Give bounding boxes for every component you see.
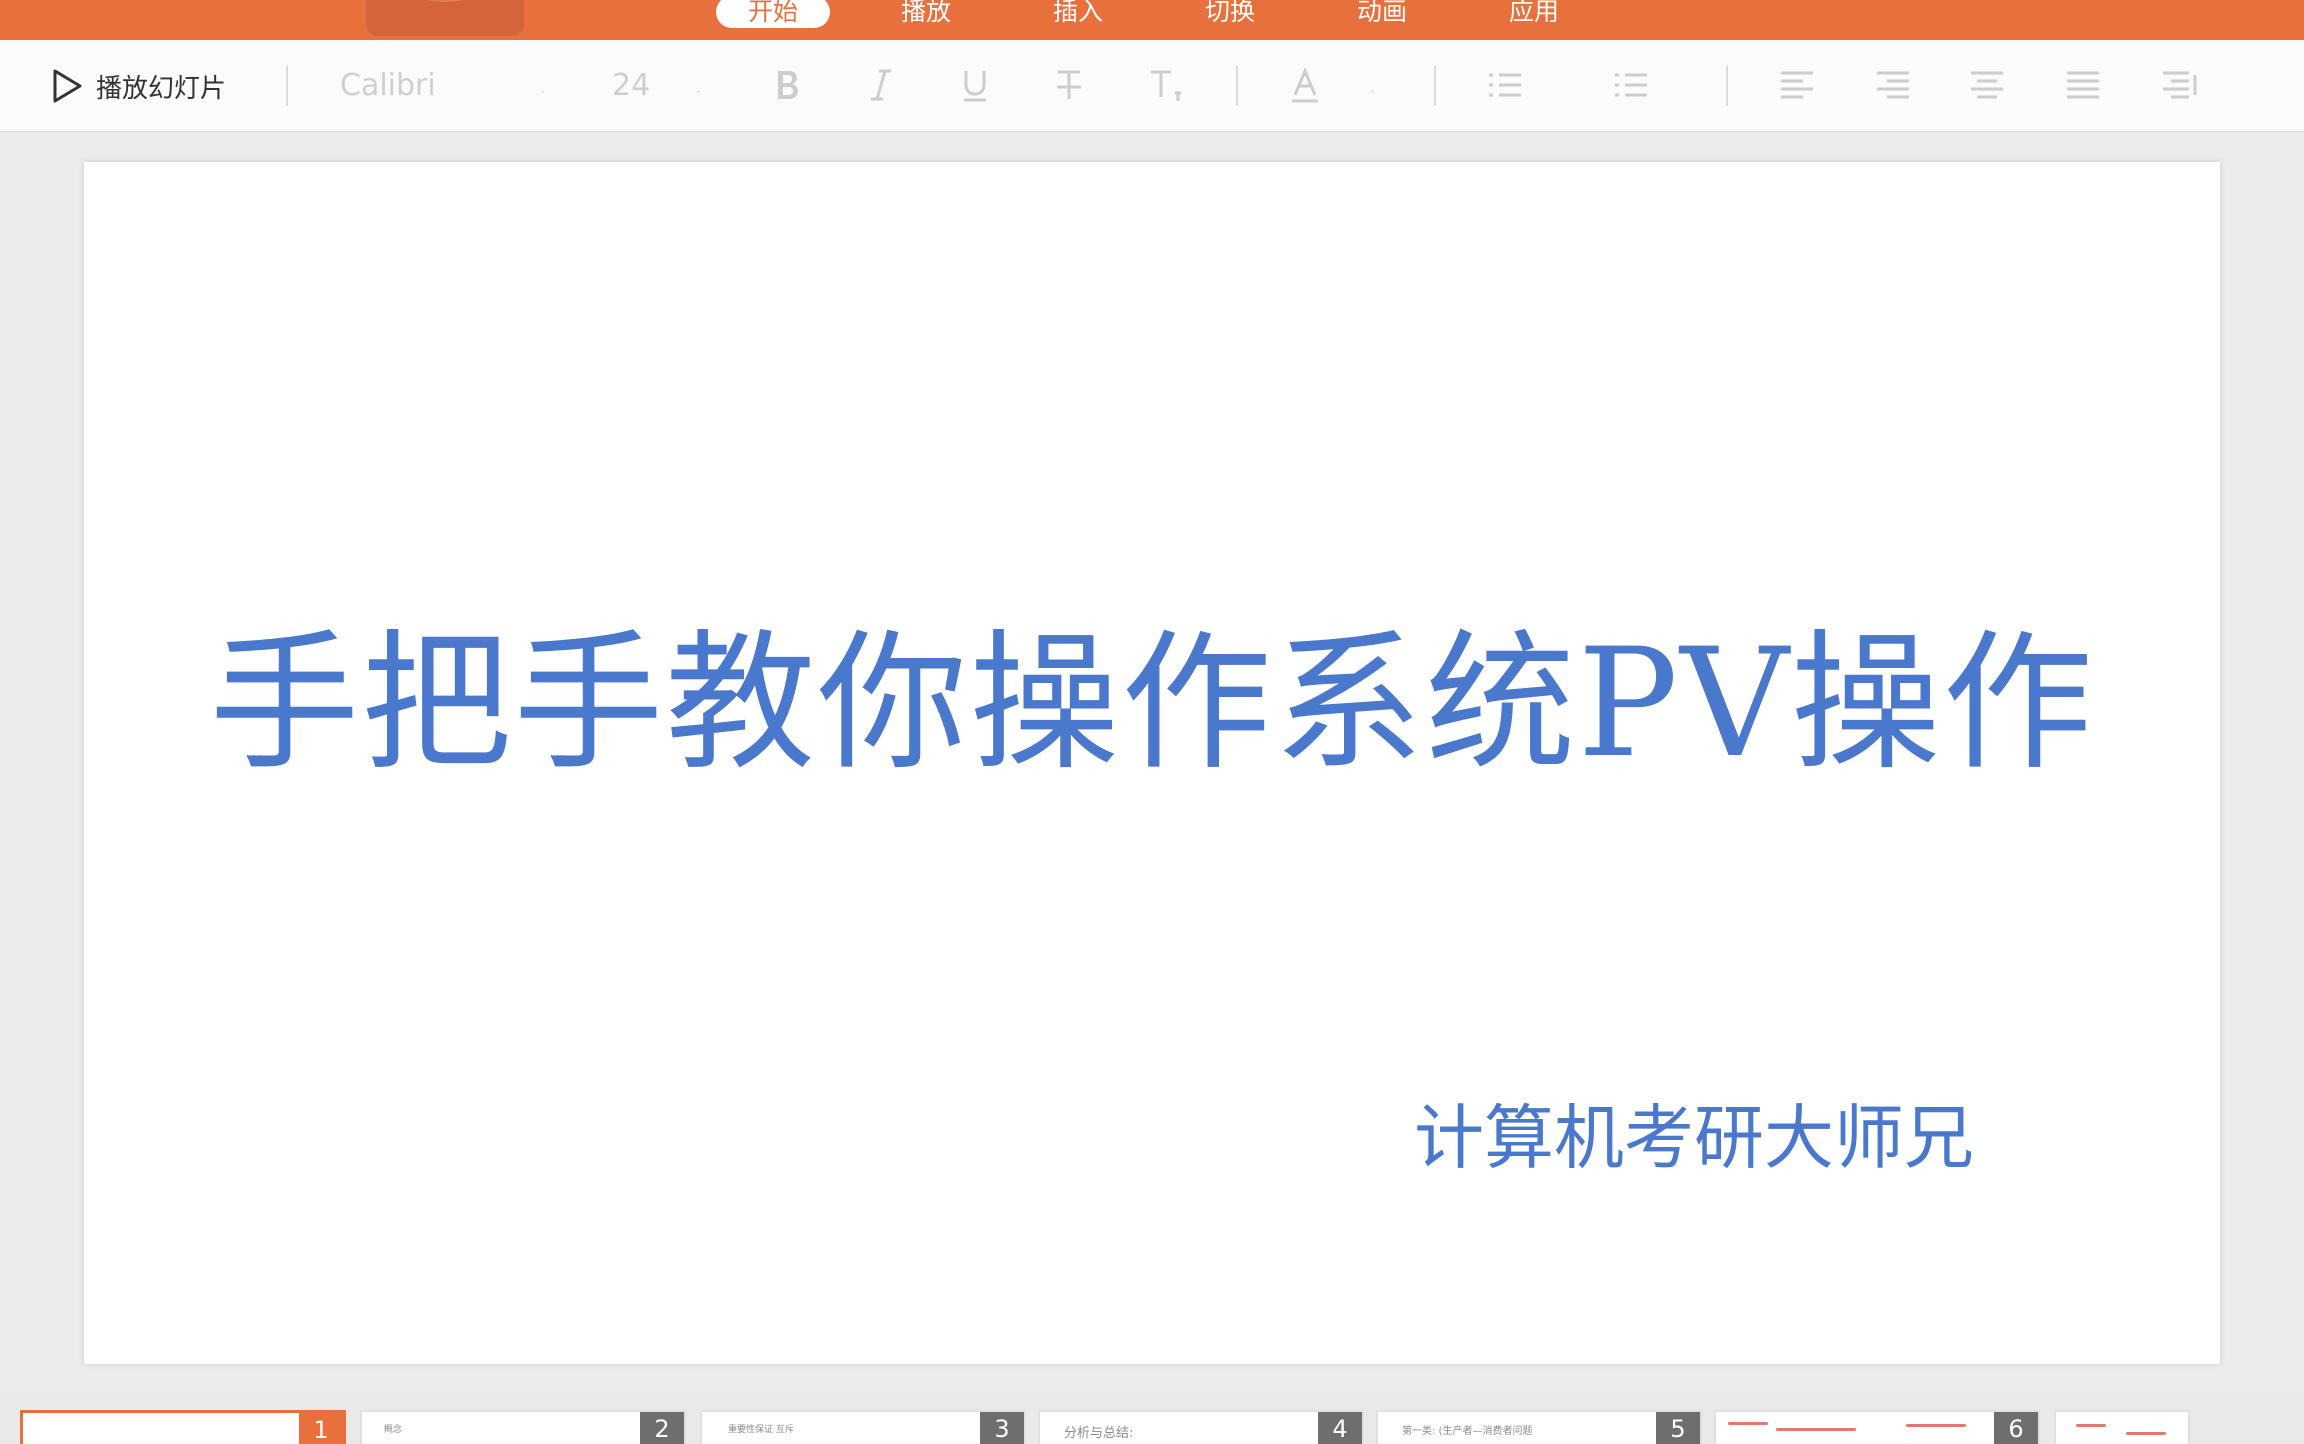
font-color-caret-icon[interactable]: · <box>1370 74 1375 110</box>
bullet-list-icon[interactable] <box>1482 62 1528 108</box>
toolbar-divider <box>286 66 288 106</box>
slide-thumbnail-number: 1 <box>299 1413 343 1444</box>
handwriting-mark <box>2126 1432 2166 1435</box>
toolbar-divider <box>1434 66 1436 106</box>
slide-thumbnail-number: 3 <box>980 1412 1024 1444</box>
tab-transition[interactable]: 切换 <box>1174 0 1286 28</box>
align-center-icon[interactable] <box>1964 62 2010 108</box>
handwriting-mark <box>1728 1422 1768 1425</box>
slide-thumbnail-number: 6 <box>1994 1412 2038 1444</box>
subscript-icon[interactable] <box>1142 62 1188 108</box>
slide-thumbnail[interactable]: 第一类: (生产者—消费者问题 5 <box>1376 1410 1702 1444</box>
slide-thumbnail[interactable]: 概念 2 <box>360 1410 686 1444</box>
ribbon-tabs: 开始 播放 插入 切换 动画 应用 <box>716 0 1630 40</box>
slide-canvas[interactable]: 手把手教你操作系统PV操作 计算机考研大师兄 <box>84 162 2220 1364</box>
strikethrough-icon[interactable] <box>1046 62 1092 108</box>
font-size-select[interactable]: 24 <box>612 68 650 104</box>
slide-thumbnail-text: 重要性保证 互斥 <box>728 1425 794 1435</box>
font-size-caret-icon[interactable]: · <box>696 74 701 110</box>
slide-thumbnail-text: 第一类: (生产者—消费者问题 <box>1402 1426 1533 1437</box>
slide-thumbnail-strip: 1 概念 2 重要性保证 互斥 3 分析与总结: 4 第一类: (生产者—消费者… <box>0 1392 2304 1444</box>
slide-thumbnail[interactable]: 分析与总结: 4 <box>1038 1410 1364 1444</box>
slide-subtitle[interactable]: 计算机考研大师兄 <box>1414 1096 1974 1180</box>
slide-thumbnail-text: 分析与总结: <box>1064 1426 1134 1441</box>
slide-thumbnail[interactable]: 6 <box>1714 1410 2040 1444</box>
handwriting-mark <box>2076 1424 2106 1427</box>
toolbar-divider <box>1236 66 1238 106</box>
align-justify-icon[interactable] <box>2060 62 2106 108</box>
handwriting-mark <box>1776 1428 1856 1431</box>
play-slideshow-label: 播放幻灯片 <box>96 73 227 104</box>
font-size-value: 24 <box>612 68 651 103</box>
play-slideshow-button[interactable]: 播放幻灯片 <box>50 66 226 106</box>
tab-insert[interactable]: 插入 <box>1022 0 1134 28</box>
tab-apply[interactable]: 应用 <box>1478 0 1590 28</box>
formatting-toolbar: 播放幻灯片 Calibri · 24 · · <box>0 40 2304 132</box>
tab-play[interactable]: 播放 <box>870 0 982 28</box>
line-spacing-icon[interactable] <box>2156 62 2202 108</box>
numbered-list-icon[interactable] <box>1608 62 1654 108</box>
align-right-icon[interactable] <box>1870 62 1916 108</box>
slide-thumbnail-number: 2 <box>640 1412 684 1444</box>
bold-icon[interactable] <box>764 62 810 108</box>
slide-thumbnail-number: 5 <box>1656 1412 1700 1444</box>
ribbon-tab-bar: 开始 播放 插入 切换 动画 应用 <box>0 0 2304 40</box>
slide-thumbnail[interactable]: 重要性保证 互斥 3 <box>700 1410 1026 1444</box>
handwriting-mark <box>1906 1424 1966 1427</box>
slide-thumbnail[interactable] <box>2054 1410 2190 1444</box>
slide-title[interactable]: 手把手教你操作系统PV操作 <box>84 614 2220 794</box>
font-family-select[interactable]: Calibri <box>340 68 436 104</box>
toolbar-divider <box>1726 66 1728 106</box>
slide-thumbnail-text: 概念 <box>384 1425 403 1435</box>
tab-start[interactable]: 开始 <box>716 0 830 28</box>
tab-animation[interactable]: 动画 <box>1326 0 1438 28</box>
slide-thumbnail[interactable]: 1 <box>20 1410 346 1444</box>
font-family-value: Calibri <box>340 68 436 103</box>
font-color-icon[interactable] <box>1282 62 1328 108</box>
italic-icon[interactable] <box>858 62 904 108</box>
app-logo-icon[interactable] <box>366 0 524 36</box>
play-icon <box>53 69 82 103</box>
underline-icon[interactable] <box>952 62 998 108</box>
font-family-caret-icon[interactable]: · <box>540 74 545 110</box>
align-left-icon[interactable] <box>1774 62 1820 108</box>
slide-thumbnail-number: 4 <box>1318 1412 1362 1444</box>
